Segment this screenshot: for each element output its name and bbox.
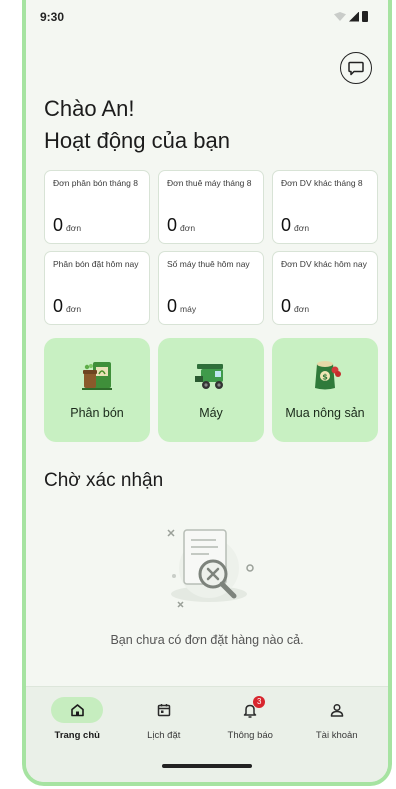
stat-card-fertilizer-month[interactable]: Đơn phân bón tháng 8 0 đơn — [44, 170, 150, 244]
stat-card-other-month[interactable]: Đơn DV khác tháng 8 0 đơn — [272, 170, 378, 244]
stat-unit: đơn — [294, 223, 310, 233]
phone-screen: 9:30 Chào An! Hoạt động của bạn Đơn phân… — [22, 0, 392, 786]
nav-icon-container — [311, 697, 363, 723]
svg-text:$: $ — [322, 373, 328, 382]
battery-icon — [362, 11, 368, 22]
stat-label: Đơn DV khác tháng 8 — [281, 178, 363, 188]
chat-button[interactable] — [340, 52, 372, 84]
nav-label: Lịch đặt — [147, 730, 181, 741]
bottom-navigation: Trang chủ Lịch đặt 3 Thông báo Tài khoản — [26, 686, 388, 782]
stat-label: Đơn phân bón tháng 8 — [53, 178, 138, 188]
notification-badge: 3 — [253, 696, 266, 708]
services-grid: Phân bón Máy $ Mua nông sản — [44, 338, 378, 442]
service-label: Phân bón — [70, 406, 124, 420]
stat-label: Đơn DV khác hôm nay — [281, 259, 367, 269]
nav-label: Tài khoản — [315, 730, 358, 741]
stat-value: 0 — [167, 296, 178, 316]
pending-section-title: Chờ xác nhận — [44, 470, 164, 491]
stat-unit: đơn — [294, 304, 310, 314]
service-produce-button[interactable]: $ Mua nông sản — [272, 338, 378, 442]
signal-icon — [349, 11, 359, 22]
greeting: Chào An! — [44, 96, 135, 121]
nav-label: Trang chủ — [54, 730, 100, 741]
stat-value: 0 — [53, 215, 64, 235]
stat-card-other-today[interactable]: Đơn DV khác hôm nay 0 đơn — [272, 251, 378, 325]
nav-item-notifications[interactable]: 3 Thông báo — [207, 696, 294, 741]
stat-card-machine-today[interactable]: Số máy thuê hôm nay 0 máy — [158, 251, 264, 325]
nav-icon-container — [51, 697, 104, 723]
status-bar: 9:30 — [26, 0, 388, 36]
empty-orders-illustration — [167, 529, 254, 608]
wifi-icon — [334, 12, 346, 21]
stat-value: 0 — [167, 215, 178, 235]
user-icon — [330, 703, 343, 717]
stats-grid: Đơn phân bón tháng 8 0 đơn Đơn thuê máy t… — [44, 170, 378, 325]
service-label: Mua nông sản — [285, 406, 365, 420]
stat-value: 0 — [281, 215, 292, 235]
status-icons — [334, 11, 368, 22]
stat-label: Phân bón đặt hôm nay — [53, 259, 139, 269]
service-fertilizer-button[interactable]: Phân bón — [44, 338, 150, 442]
empty-orders-message: Bạn chưa có đơn đặt hàng nào cả. — [110, 633, 304, 647]
status-time: 9:30 — [40, 10, 65, 24]
chat-icon — [348, 61, 364, 75]
stat-value: 0 — [281, 296, 292, 316]
nav-item-account[interactable]: Tài khoản — [294, 697, 381, 741]
nav-icon-container: 3 — [224, 696, 276, 723]
stat-unit: máy — [180, 304, 197, 314]
service-label: Máy — [199, 406, 223, 420]
page-title: Hoạt động của bạn — [44, 128, 230, 153]
stat-unit: đơn — [180, 223, 196, 233]
service-machine-button[interactable]: Máy — [158, 338, 264, 442]
stat-card-fertilizer-today[interactable]: Phân bón đặt hôm nay 0 đơn — [44, 251, 150, 325]
harvester-icon — [195, 364, 223, 389]
produce-bag-icon: $ — [315, 361, 341, 390]
stat-label: Đơn thuê máy tháng 8 — [167, 178, 252, 188]
nav-label: Thông báo — [227, 730, 273, 741]
fertilizer-icon — [82, 362, 112, 390]
stat-unit: đơn — [66, 304, 82, 314]
nav-item-home[interactable]: Trang chủ — [34, 697, 121, 741]
home-indicator — [162, 764, 252, 768]
stat-label: Số máy thuê hôm nay — [167, 259, 250, 269]
calendar-icon — [157, 704, 170, 717]
home-icon — [70, 704, 84, 717]
stat-unit: đơn — [66, 223, 82, 233]
stat-card-machine-month[interactable]: Đơn thuê máy tháng 8 0 đơn — [158, 170, 264, 244]
nav-item-schedule[interactable]: Lịch đặt — [121, 697, 208, 741]
nav-icon-container — [138, 697, 190, 723]
stat-value: 0 — [53, 296, 64, 316]
